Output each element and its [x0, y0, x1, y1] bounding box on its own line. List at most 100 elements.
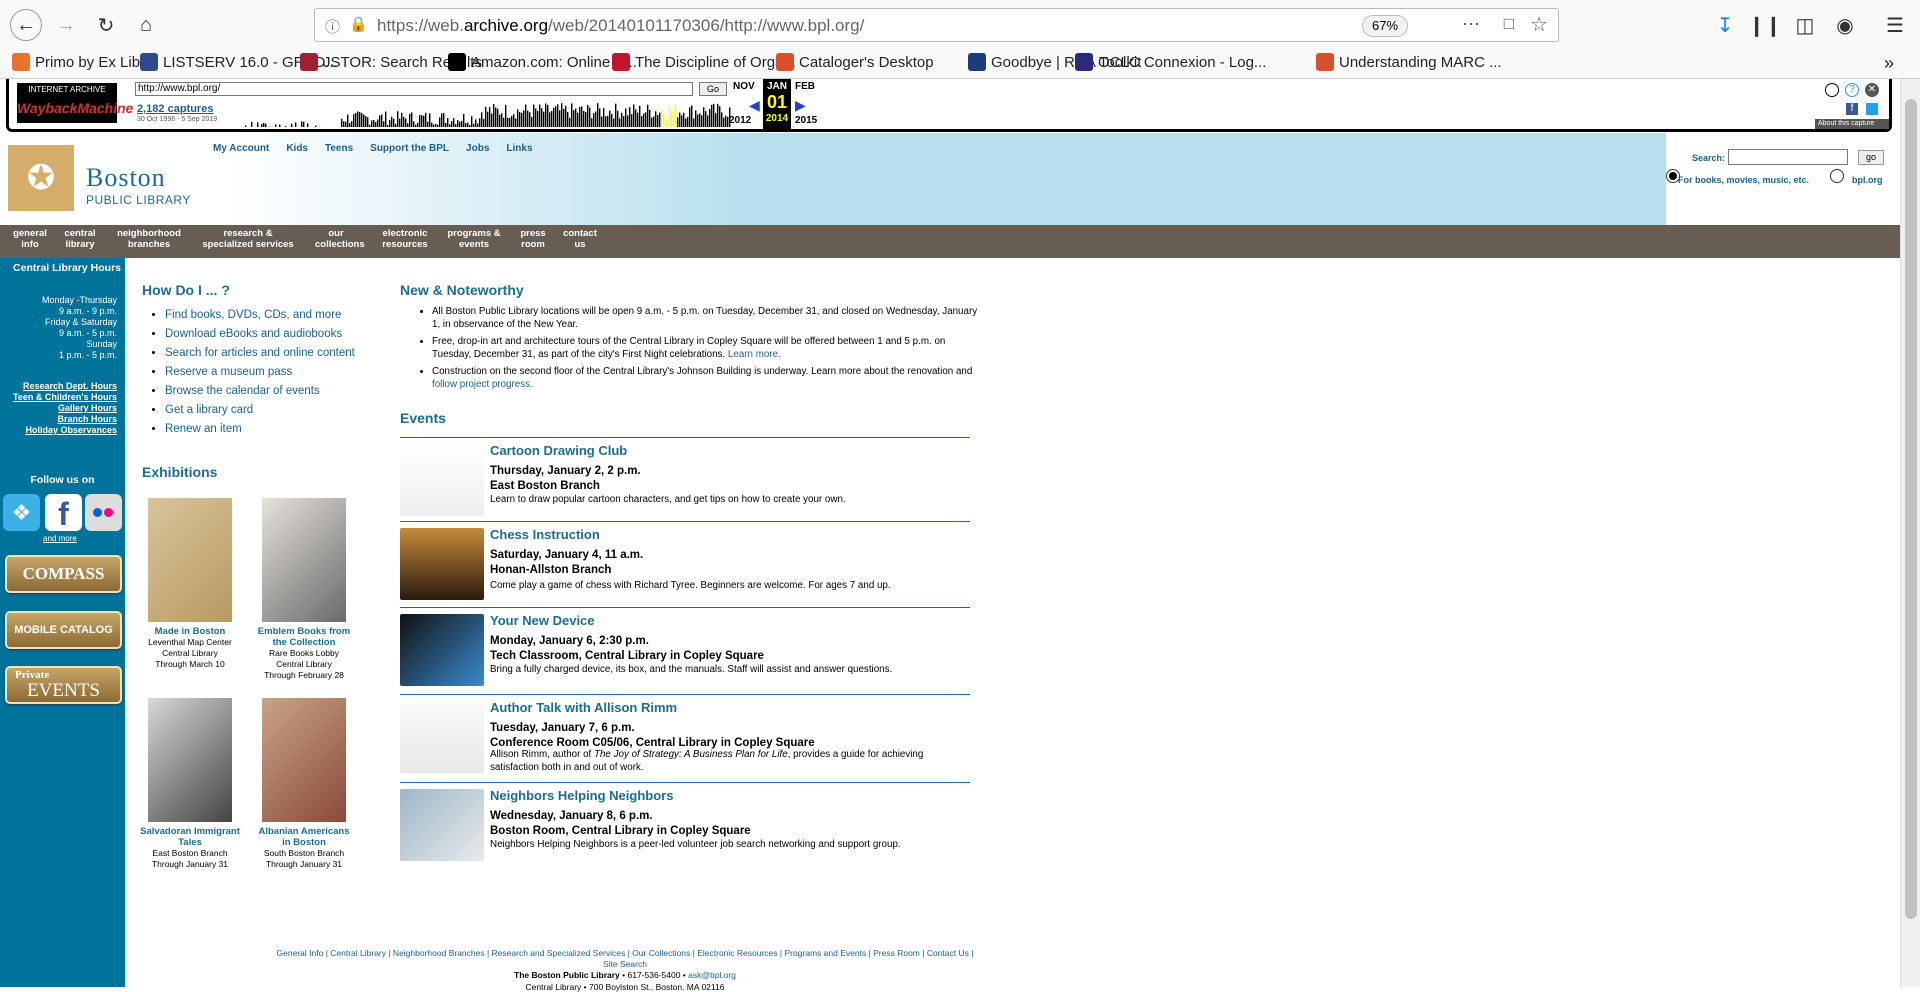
- exhibition-image[interactable]: [262, 698, 346, 822]
- wayback-sparkline[interactable]: [241, 99, 731, 127]
- library-icon[interactable]: ❙❙: [1751, 11, 1779, 39]
- back-button[interactable]: ←: [10, 9, 42, 41]
- scrollbar-thumb[interactable]: [1905, 99, 1917, 919]
- footer-links[interactable]: General Info | Central Library | Neighbo…: [275, 948, 975, 970]
- wayback-close-icon[interactable]: ✕: [1865, 83, 1879, 97]
- how-do-i-item[interactable]: Browse the calendar of events: [165, 384, 375, 398]
- info-icon[interactable]: ⓘ: [325, 16, 340, 37]
- radio-site-label[interactable]: bpl.org: [1852, 175, 1883, 185]
- wayback-month-next[interactable]: FEB: [795, 81, 815, 92]
- event-image[interactable]: [400, 614, 484, 686]
- footer-email-link[interactable]: ask@bpl.org: [688, 970, 736, 980]
- hours-link[interactable]: Branch Hours: [2, 414, 117, 425]
- radio-books-label[interactable]: For books, movies, music, etc.: [1678, 175, 1809, 185]
- top-link[interactable]: Teens: [325, 143, 353, 154]
- radio-site[interactable]: [1830, 169, 1844, 183]
- bookmark-item[interactable]: Amazon.com: Online S...: [448, 53, 637, 71]
- hours-link[interactable]: Research Dept. Hours: [2, 381, 117, 392]
- search-input[interactable]: [1728, 149, 1848, 165]
- flickr-icon[interactable]: [85, 494, 122, 531]
- mobile-catalog-button[interactable]: MOBILE CATALOG: [5, 611, 122, 649]
- how-do-i-item[interactable]: Reserve a museum pass: [165, 365, 375, 379]
- download-icon[interactable]: ↧: [1711, 11, 1739, 39]
- news-link[interactable]: Learn more.: [728, 349, 781, 360]
- wayback-prev-arrow-icon[interactable]: ◀: [749, 97, 760, 114]
- home-button[interactable]: ⌂: [132, 11, 160, 39]
- top-link[interactable]: Kids: [286, 143, 308, 154]
- wayback-logo[interactable]: INTERNET ARCHIVE WaybackMachine: [17, 83, 117, 123]
- nav-item[interactable]: generalinfo: [10, 228, 50, 250]
- exhibition-item[interactable]: Salvadoran Immigrant TalesEast Boston Br…: [140, 698, 240, 870]
- wayback-facebook-icon[interactable]: f: [1846, 103, 1858, 115]
- wayback-help-icon[interactable]: ?: [1845, 83, 1859, 97]
- reload-button[interactable]: ↻: [92, 11, 120, 39]
- bookmark-item[interactable]: The Discipline of Orga...: [612, 53, 796, 71]
- wayback-year-prev[interactable]: 2012: [729, 115, 751, 126]
- facebook-icon[interactable]: f: [45, 494, 82, 531]
- nav-item[interactable]: centrallibrary: [62, 228, 98, 250]
- event-title[interactable]: Your New Device: [490, 613, 595, 628]
- private-events-button[interactable]: Private EVENTS: [5, 666, 122, 704]
- news-link[interactable]: follow project progress.: [432, 379, 533, 390]
- bookmark-item[interactable]: Understanding MARC ...: [1316, 53, 1502, 71]
- nav-item[interactable]: programs &events: [446, 228, 502, 250]
- event-image[interactable]: [400, 444, 484, 516]
- hours-link[interactable]: Holiday Observances: [2, 425, 117, 436]
- bookmark-item[interactable]: OCLC Connexion - Log...: [1075, 53, 1266, 71]
- bookmark-item[interactable]: Primo by Ex Libris: [12, 53, 156, 71]
- hours-link[interactable]: Gallery Hours: [2, 403, 117, 414]
- exhibition-name[interactable]: Albanian Americans in Boston: [254, 826, 354, 848]
- wayback-user-icon[interactable]: [1825, 83, 1839, 97]
- compass-button[interactable]: COMPASS: [5, 555, 122, 593]
- page-actions-icon[interactable]: ⋯: [1462, 14, 1480, 35]
- how-do-i-link[interactable]: Find books, DVDs, CDs, and more: [165, 309, 341, 321]
- exhibition-image[interactable]: [148, 698, 232, 822]
- exhibition-image[interactable]: [262, 498, 346, 622]
- nav-item[interactable]: research &specialized services: [200, 228, 296, 250]
- url-bar[interactable]: ⓘ 🔒 https://web.archive.org/web/20140101…: [314, 8, 1559, 42]
- exhibition-name[interactable]: Made in Boston: [140, 626, 240, 637]
- wayback-about-capture[interactable]: About this capture: [1815, 119, 1889, 129]
- exhibition-item[interactable]: Emblem Books from the CollectionRare Boo…: [254, 498, 354, 681]
- event-title[interactable]: Chess Instruction: [490, 527, 600, 542]
- wayback-year-next[interactable]: 2015: [795, 115, 817, 126]
- how-do-i-item[interactable]: Search for articles and online content: [165, 346, 375, 360]
- wayback-go-button[interactable]: Go: [699, 82, 727, 96]
- forward-button[interactable]: →: [52, 11, 80, 39]
- how-do-i-link[interactable]: Download eBooks and audiobooks: [165, 328, 342, 340]
- nav-item[interactable]: electronicresources: [380, 228, 430, 250]
- nav-item[interactable]: contactus: [562, 228, 598, 250]
- exhibition-image[interactable]: [148, 498, 232, 622]
- bookmark-star-icon[interactable]: ☆: [1530, 12, 1548, 37]
- top-link[interactable]: My Account: [213, 143, 269, 154]
- wayback-next-arrow-icon[interactable]: ▶: [795, 97, 806, 114]
- exhibition-item[interactable]: Albanian Americans in BostonSouth Boston…: [254, 698, 354, 870]
- event-image[interactable]: [400, 789, 484, 861]
- how-do-i-link[interactable]: Renew an item: [165, 423, 242, 435]
- wayback-captures-link[interactable]: 2,182 captures: [137, 103, 213, 115]
- top-link[interactable]: Support the BPL: [370, 143, 449, 154]
- top-link[interactable]: Links: [506, 143, 532, 154]
- nav-item[interactable]: neighborhoodbranches: [114, 228, 184, 250]
- bookmark-item[interactable]: Cataloger's Desktop: [776, 53, 934, 71]
- bpl-logo-icon[interactable]: ✪: [8, 145, 74, 211]
- exhibition-item[interactable]: Made in BostonLeventhal Map CenterCentra…: [140, 498, 240, 670]
- event-image[interactable]: [400, 701, 484, 773]
- top-link[interactable]: Jobs: [466, 143, 489, 154]
- how-do-i-item[interactable]: Find books, DVDs, CDs, and more: [165, 308, 375, 322]
- pocket-icon[interactable]: □: [1504, 14, 1514, 34]
- logo-title[interactable]: Boston: [86, 163, 166, 193]
- how-do-i-link[interactable]: Get a library card: [165, 404, 253, 416]
- wayback-url-input[interactable]: http://www.bpl.org/: [135, 82, 693, 96]
- event-image[interactable]: [400, 528, 484, 600]
- event-title[interactable]: Cartoon Drawing Club: [490, 443, 627, 458]
- exhibition-name[interactable]: Salvadoran Immigrant Tales: [140, 826, 240, 848]
- how-do-i-item[interactable]: Get a library card: [165, 403, 375, 417]
- wayback-month-prev[interactable]: NOV: [733, 81, 755, 92]
- wayback-twitter-icon[interactable]: [1866, 103, 1878, 115]
- logo-subtitle[interactable]: PUBLIC LIBRARY: [86, 193, 191, 207]
- twitter-icon[interactable]: ❖: [3, 494, 40, 531]
- page-scrollbar[interactable]: [1900, 79, 1920, 987]
- search-go-button[interactable]: go: [1858, 150, 1884, 165]
- how-do-i-link[interactable]: Reserve a museum pass: [165, 366, 292, 378]
